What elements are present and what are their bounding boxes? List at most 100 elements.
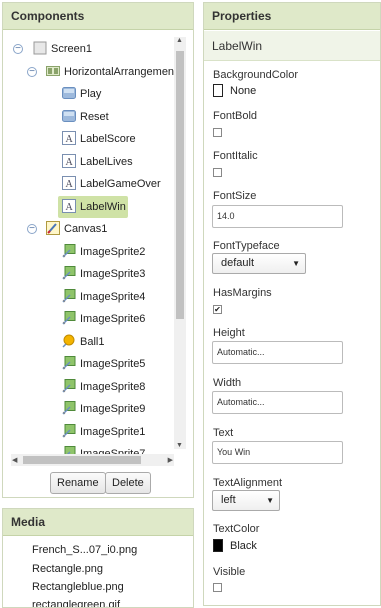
- imagesprite-icon: [62, 243, 76, 258]
- tree-item-label: Canvas1: [64, 223, 108, 235]
- delete-button[interactable]: Delete: [105, 472, 151, 494]
- dropdown-arrow-icon: ▼: [292, 259, 300, 268]
- arrangement-icon: [46, 64, 60, 78]
- imagesprite-icon: [62, 356, 76, 370]
- text-input[interactable]: You Win: [212, 441, 343, 464]
- tree-item-label: LabelScore: [80, 133, 136, 145]
- tree-item-labelscore[interactable]: A LabelScore: [7, 129, 191, 149]
- tree-item-label: LabelWin: [80, 200, 126, 213]
- components-tree: − Screen1− HorizontalArrangemen Play Reset A L…: [7, 33, 191, 465]
- font-typeface-dropdown[interactable]: default ▼: [212, 253, 306, 274]
- tree-item-labellives[interactable]: A LabelLives: [7, 152, 191, 172]
- tree-item-labelgameover[interactable]: A LabelGameOver: [7, 174, 191, 194]
- font-italic-label: FontItalic: [213, 150, 258, 162]
- text-alignment-dropdown[interactable]: left ▼: [212, 490, 280, 511]
- background-color-value[interactable]: None: [230, 85, 256, 97]
- components-panel: Components − Screen1 − HorizontalArrangemen…: [2, 2, 194, 498]
- font-size-input[interactable]: 14.0: [212, 205, 343, 228]
- svg-text:A: A: [66, 179, 74, 190]
- background-color-swatch[interactable]: [213, 84, 223, 97]
- selected-component-name: LabelWin: [204, 31, 380, 61]
- properties-header: Properties: [204, 3, 380, 30]
- scroll-right-arrow-icon[interactable]: ▶: [168, 456, 173, 464]
- font-size-label: FontSize: [213, 190, 257, 202]
- collapse-toggle-icon[interactable]: −: [27, 224, 37, 234]
- media-item[interactable]: Rectangle.png: [32, 563, 103, 575]
- tree-item-label: ImageSprite5: [80, 358, 146, 370]
- has-margins-checkbox[interactable]: ✔: [213, 305, 222, 314]
- media-item[interactable]: rectanglegreen.gif: [32, 599, 120, 607]
- tree-item-label: LabelLives: [80, 155, 133, 168]
- canvas-icon: [46, 221, 60, 235]
- tree-item-label: LabelGameOver: [80, 178, 161, 190]
- tree-vertical-scroll-thumb[interactable]: [176, 51, 184, 319]
- font-bold-label: FontBold: [213, 110, 258, 122]
- tree-item-imagesprite5[interactable]: ImageSprite5: [7, 354, 191, 374]
- tree-item-label: ImageSprite3: [80, 268, 146, 280]
- button-icon: [62, 86, 76, 100]
- button-icon: [62, 109, 76, 123]
- label-icon: A: [62, 198, 76, 213]
- visible-label: Visible: [213, 566, 246, 578]
- imagesprite-icon: [62, 288, 76, 303]
- collapse-toggle-icon[interactable]: −: [13, 44, 23, 54]
- text-label: Text: [213, 427, 234, 439]
- tree-item-canvas1[interactable]: − Canvas1: [7, 219, 191, 239]
- properties-panel: Properties LabelWin BackgroundColor None…: [203, 2, 381, 606]
- imagesprite-icon: [62, 423, 76, 438]
- tree-item-screen1[interactable]: − Screen1: [7, 39, 191, 59]
- tree-item-imagesprite3[interactable]: ImageSprite3: [7, 264, 191, 284]
- tree-item-label: ImageSprite4: [80, 290, 146, 303]
- media-item[interactable]: French_S...07_i0.png: [32, 544, 137, 556]
- width-input[interactable]: Automatic...: [212, 391, 343, 414]
- tree-horizontal-scroll-thumb[interactable]: [23, 456, 141, 464]
- ball-icon: [62, 334, 76, 348]
- tree-horizontal-scrollbar[interactable]: ◀ ▶: [11, 454, 174, 466]
- tree-item-label: ImageSprite8: [80, 380, 146, 393]
- scroll-down-arrow-icon[interactable]: ▼: [176, 442, 183, 449]
- tree-item-label: Play: [80, 88, 102, 100]
- tree-item-label: ImageSprite1: [80, 425, 146, 438]
- visible-checkbox[interactable]: [213, 583, 222, 592]
- label-icon: A: [62, 153, 76, 168]
- font-italic-checkbox[interactable]: [213, 168, 222, 177]
- text-alignment-label: TextAlignment: [213, 477, 283, 489]
- tree-item-imagesprite1[interactable]: ImageSprite1: [7, 422, 191, 442]
- tree-item-imagesprite8[interactable]: ImageSprite8: [7, 377, 191, 397]
- tree-item-label: ImageSprite9: [80, 403, 146, 415]
- background-color-label: BackgroundColor: [213, 69, 298, 81]
- label-icon: A: [62, 176, 76, 190]
- text-alignment-value: left: [221, 494, 236, 506]
- tree-item-horizontalarrangemen[interactable]: − HorizontalArrangemen: [7, 62, 191, 82]
- tree-item-label: ImageSprite6: [80, 313, 146, 325]
- imagesprite-icon: [62, 266, 76, 280]
- text-color-value[interactable]: Black: [230, 540, 257, 552]
- tree-item-reset[interactable]: Reset: [7, 107, 191, 127]
- tree-item-imagesprite6[interactable]: ImageSprite6: [7, 309, 191, 329]
- font-typeface-label: FontTypeface: [213, 240, 280, 252]
- text-color-swatch[interactable]: [213, 539, 223, 552]
- media-panel: Media French_S...07_i0.png Rectangle.png…: [2, 508, 194, 608]
- tree-vertical-scrollbar[interactable]: ▲ ▼: [174, 37, 186, 449]
- label-icon: A: [62, 131, 76, 145]
- svg-text:A: A: [66, 157, 74, 168]
- tree-item-label: Screen1: [51, 43, 92, 55]
- rename-button[interactable]: Rename: [50, 472, 106, 494]
- tree-item-imagesprite9[interactable]: ImageSprite9: [7, 399, 191, 419]
- media-item[interactable]: Rectangleblue.png: [32, 581, 124, 593]
- height-input[interactable]: Automatic...: [212, 341, 343, 364]
- tree-item-play[interactable]: Play: [7, 84, 191, 104]
- tree-item-imagesprite2[interactable]: ImageSprite2: [7, 242, 191, 262]
- tree-item-label: Ball1: [80, 335, 105, 348]
- tree-item-ball1[interactable]: Ball1: [7, 332, 191, 352]
- collapse-toggle-icon[interactable]: −: [27, 66, 37, 77]
- tree-item-label: Reset: [80, 110, 109, 123]
- height-label: Height: [213, 327, 245, 339]
- scroll-left-arrow-icon[interactable]: ◀: [12, 456, 17, 464]
- svg-text:A: A: [66, 202, 74, 213]
- tree-item-labelwin[interactable]: A LabelWin: [7, 197, 191, 217]
- components-header: Components: [3, 3, 193, 30]
- font-bold-checkbox[interactable]: [213, 128, 222, 137]
- tree-item-imagesprite4[interactable]: ImageSprite4: [7, 287, 191, 307]
- scroll-up-arrow-icon[interactable]: ▲: [176, 37, 183, 44]
